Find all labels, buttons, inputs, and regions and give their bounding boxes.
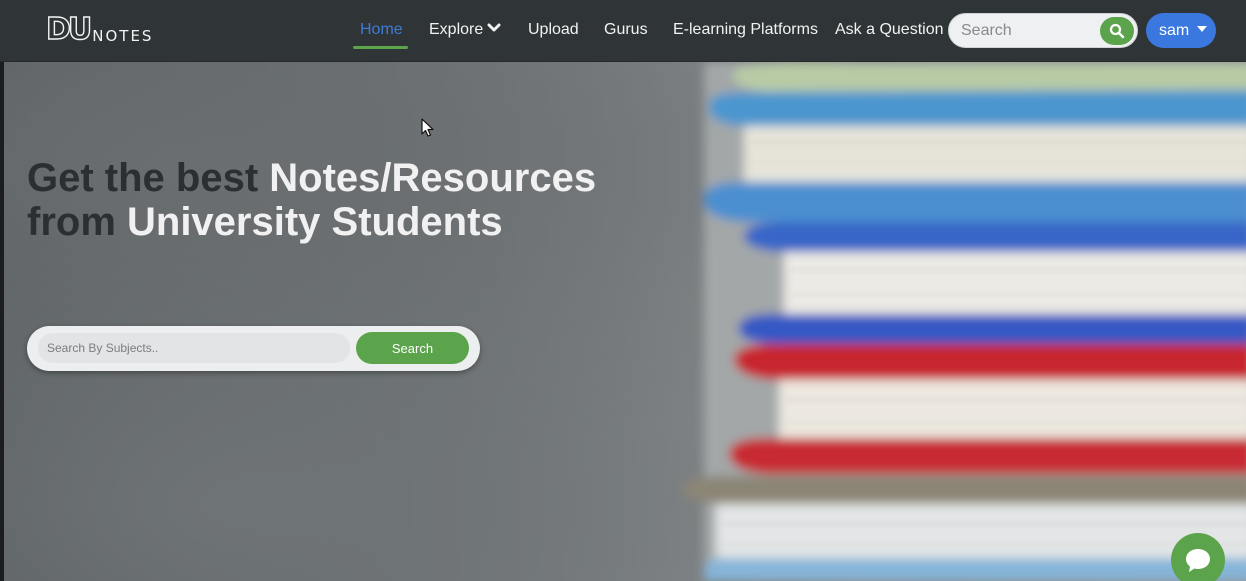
hero-headline: Get the best Notes/Resources from Univer… xyxy=(27,156,596,244)
nav-search-box xyxy=(948,13,1138,48)
headline-line2-light: University Students xyxy=(127,200,503,244)
search-icon xyxy=(1109,23,1125,39)
nav-explore-label: Explore xyxy=(429,21,484,38)
books-stack-image xyxy=(682,62,1246,581)
headline-line-2: from University Students xyxy=(27,200,596,244)
nav-search-button[interactable] xyxy=(1100,17,1134,45)
nav-ask-question[interactable]: Ask a Question xyxy=(835,21,944,39)
headline-line1-light: Notes/Resources xyxy=(269,156,597,200)
subject-search-button[interactable]: Search xyxy=(356,332,469,364)
nav-elearning-platforms[interactable]: E-learning Platforms xyxy=(673,21,818,39)
chat-bubble-icon xyxy=(1186,549,1210,572)
nav-upload[interactable]: Upload xyxy=(528,21,579,39)
chat-button[interactable] xyxy=(1171,533,1225,581)
logo-notes: NOTES xyxy=(92,27,154,45)
active-nav-indicator xyxy=(353,46,408,49)
nav-explore[interactable]: Explore xyxy=(429,21,501,39)
user-menu-button[interactable]: sam xyxy=(1146,13,1216,48)
headline-line1-dark: Get the best xyxy=(27,156,270,200)
hero-search-box: Search xyxy=(27,326,480,371)
caret-down-icon xyxy=(1197,26,1208,32)
mouse-cursor-icon xyxy=(421,118,434,137)
navbar: DU NOTES Home Explore Upload Gurus E-lea… xyxy=(0,0,1246,62)
nav-search-input[interactable] xyxy=(961,21,1101,41)
hero-section: Get the best Notes/Resources from Univer… xyxy=(4,62,1246,581)
logo-du: DU xyxy=(45,12,93,47)
user-name: sam xyxy=(1159,21,1190,39)
chevron-down-icon xyxy=(487,23,501,32)
headline-line2-dark: from xyxy=(27,200,127,244)
brand-logo[interactable]: DU NOTES xyxy=(45,12,154,47)
nav-home[interactable]: Home xyxy=(360,21,403,39)
nav-gurus[interactable]: Gurus xyxy=(604,21,648,39)
headline-line-1: Get the best Notes/Resources xyxy=(27,156,596,200)
subject-search-input[interactable] xyxy=(38,333,350,363)
